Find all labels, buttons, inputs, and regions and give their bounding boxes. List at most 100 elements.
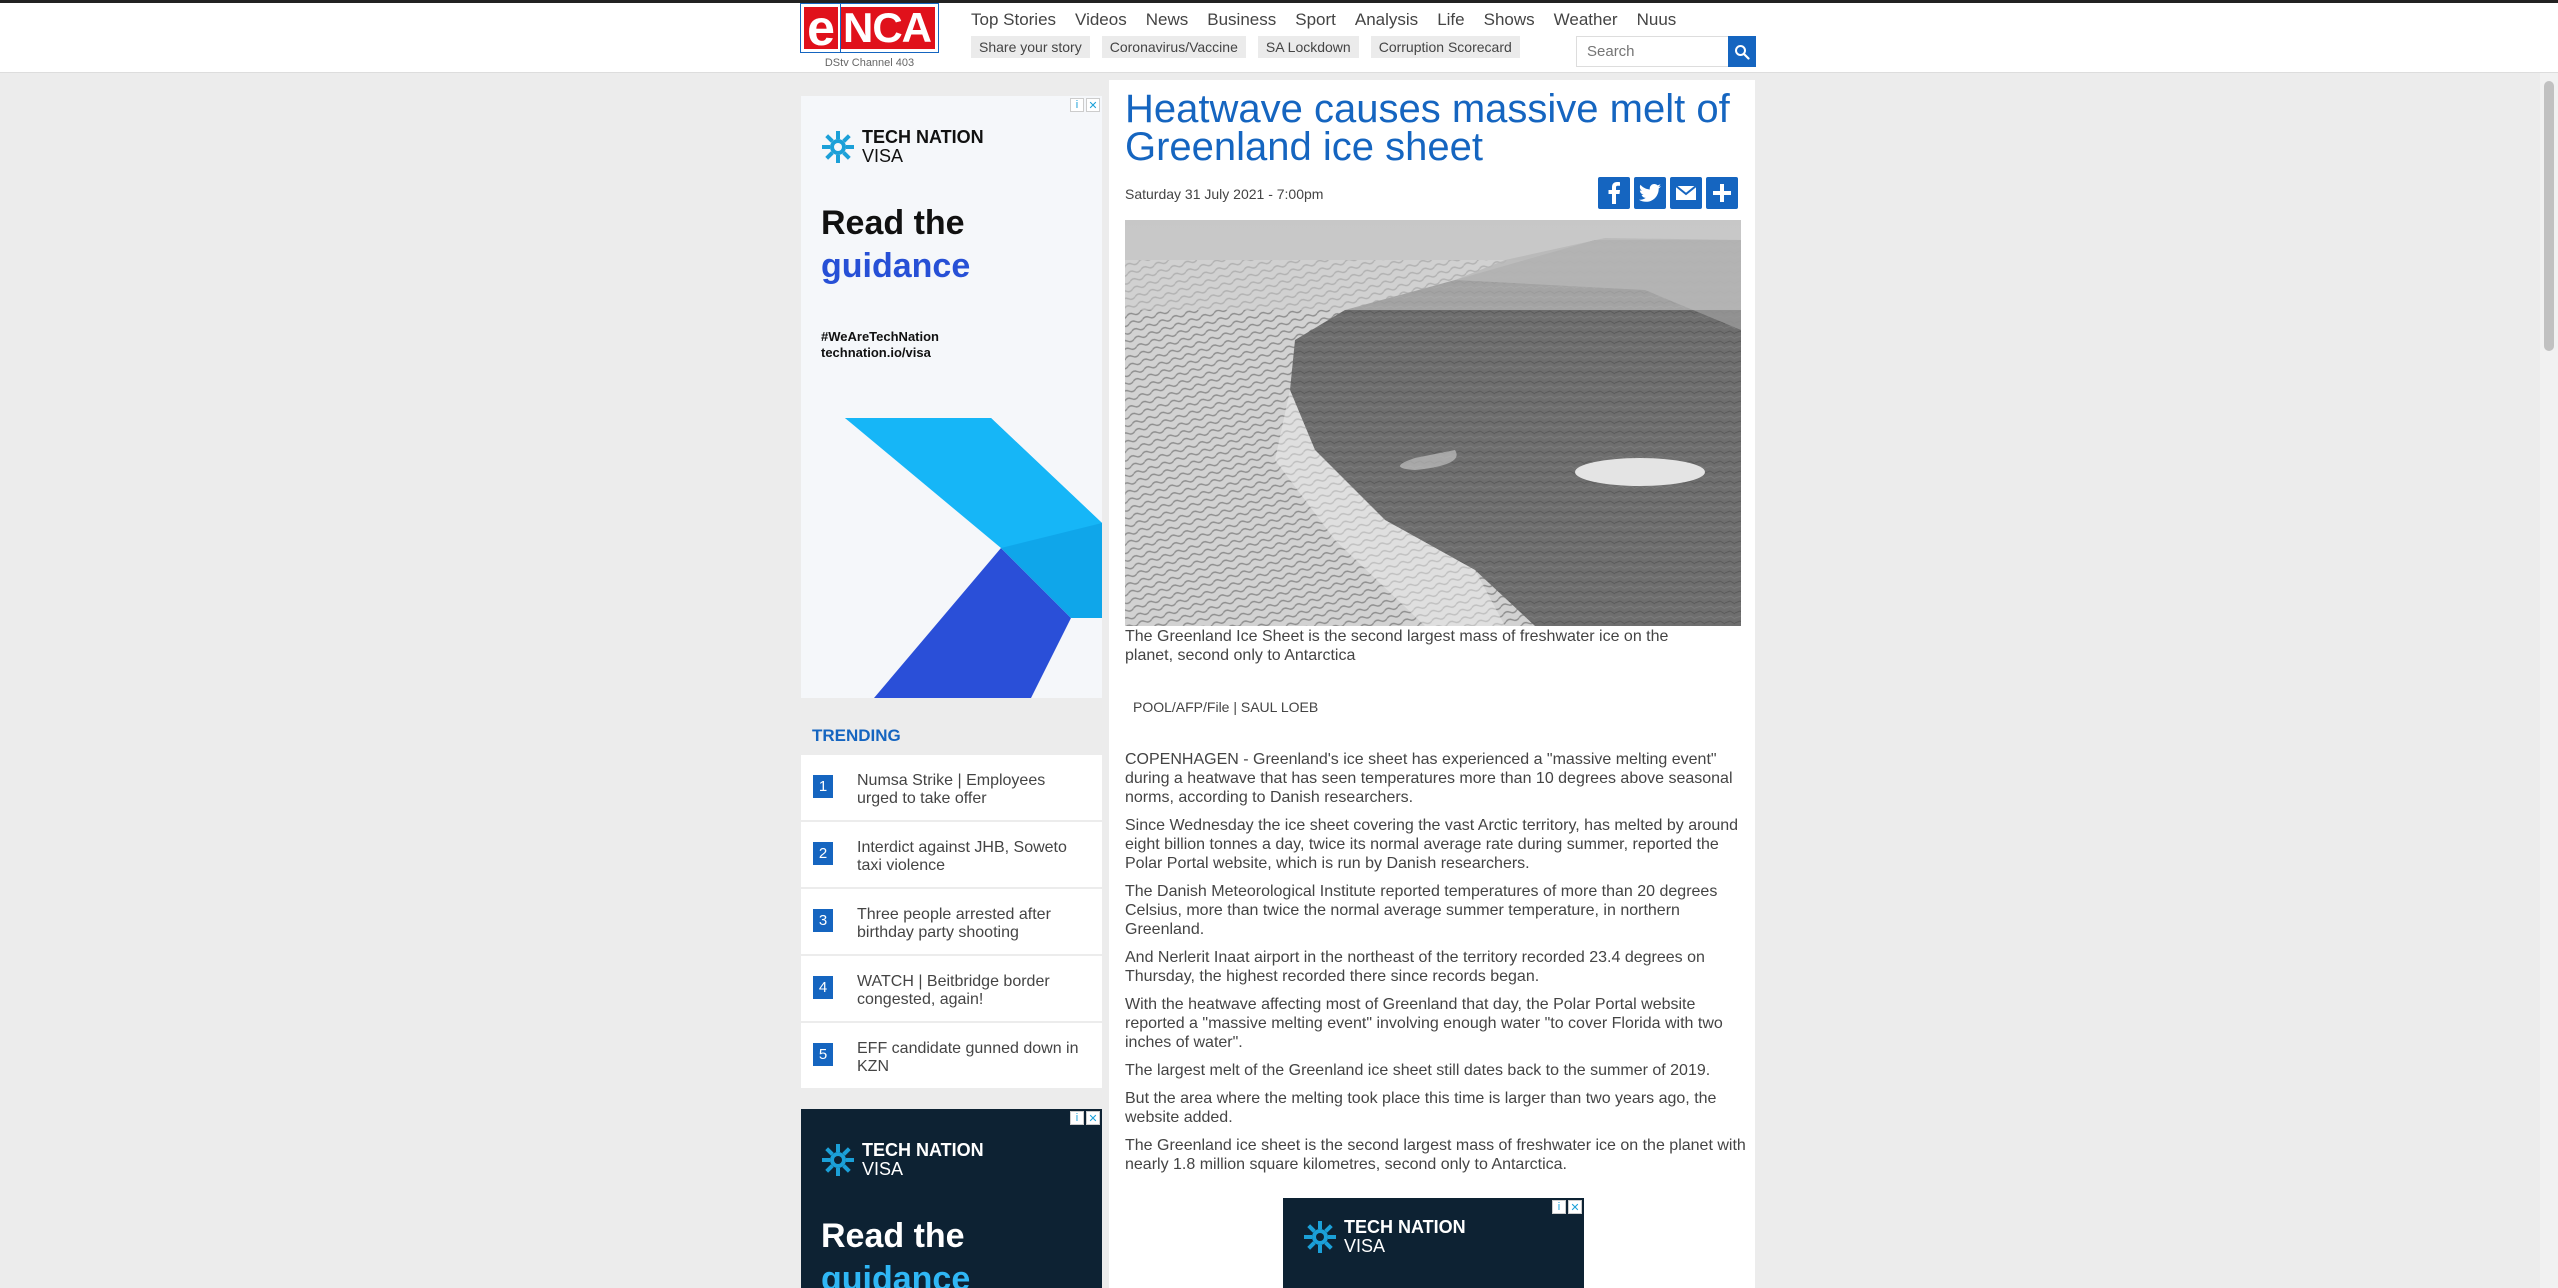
article-paragraph: The Greenland ice sheet is the second la… xyxy=(1125,1137,1746,1173)
nav-item-videos[interactable]: Videos xyxy=(1075,10,1127,30)
nav-item-analysis[interactable]: Analysis xyxy=(1355,10,1418,30)
close-icon[interactable]: ✕ xyxy=(1086,1111,1100,1125)
adchoices-icon[interactable]: i xyxy=(1070,1111,1084,1125)
article: Heatwave causes massive melt of Greenlan… xyxy=(1109,80,1755,1288)
article-paragraph: With the heatwave affecting most of Gree… xyxy=(1125,996,1723,1051)
article-body: COPENHAGEN - Greenland's ice sheet has e… xyxy=(1125,750,1747,1183)
ad-headline-line2: guidance xyxy=(821,1260,971,1288)
page-scrollbar[interactable] xyxy=(2540,73,2558,1288)
visa-text: VISA xyxy=(862,146,904,166)
ad-url: technation.io/visa xyxy=(821,345,931,360)
tech-nation-gear-icon xyxy=(822,1144,854,1176)
close-icon[interactable]: ✕ xyxy=(1568,1200,1582,1214)
ad-hashtag: #WeAreTechNation xyxy=(821,329,939,344)
ad-choices[interactable]: i ✕ xyxy=(1070,98,1100,112)
trending-item-title[interactable]: Numsa Strike | Employees urged to take o… xyxy=(857,772,1087,808)
article-headline: Heatwave causes massive melt of Greenlan… xyxy=(1125,87,1730,169)
article-date: Saturday 31 July 2021 - 7:00pm xyxy=(1125,186,1324,202)
twitter-share-button[interactable] xyxy=(1634,177,1666,209)
trending-rank: 1 xyxy=(813,775,833,798)
ad-headline-line2: guidance xyxy=(821,247,971,285)
tech-nation-logo: TECH NATION VISA xyxy=(820,1141,984,1179)
trending-list: 1 Numsa Strike | Employees urged to take… xyxy=(801,755,1102,1090)
email-share-button[interactable] xyxy=(1670,177,1702,209)
site-header: e NCA DStv Channel 403 Top Stories Video… xyxy=(0,3,2558,73)
logo-e: e xyxy=(800,3,842,53)
article-paragraph: The Danish Meteorological Institute repo… xyxy=(1125,883,1718,938)
trending-rank: 2 xyxy=(813,842,833,865)
sidebar-ad-bottom[interactable]: i ✕ TECH NATION VISA Read the guidance xyxy=(801,1109,1102,1288)
tech-nation-text: TECH NATION xyxy=(862,1140,984,1160)
nav-item-weather[interactable]: Weather xyxy=(1554,10,1618,30)
search-icon xyxy=(1735,44,1750,60)
subnav-sa-lockdown[interactable]: SA Lockdown xyxy=(1257,36,1359,58)
ad-choices[interactable]: i ✕ xyxy=(1552,1200,1582,1214)
trending-rank: 5 xyxy=(813,1043,833,1066)
ad-tagline: #WeAreTechNation technation.io/visa xyxy=(821,329,939,361)
ad-headline: Read the guidance xyxy=(821,202,970,288)
tech-nation-text: TECH NATION xyxy=(1344,1217,1466,1237)
email-icon xyxy=(1676,186,1696,200)
trending-item-title[interactable]: WATCH | Beitbridge border congested, aga… xyxy=(857,973,1087,1009)
trending-rank: 4 xyxy=(813,976,833,999)
ad-headline: Read the guidance xyxy=(821,1215,970,1288)
inline-article-ad[interactable]: i ✕ TECH NATION VISA xyxy=(1283,1198,1584,1288)
trending-item[interactable]: 5 EFF candidate gunned down in KZN xyxy=(801,1023,1102,1090)
article-photo xyxy=(1125,220,1741,626)
ad-headline-line1: Read the xyxy=(821,1217,965,1255)
nav-item-shows[interactable]: Shows xyxy=(1484,10,1535,30)
tech-nation-logo: TECH NATION VISA xyxy=(820,128,984,166)
tech-nation-gear-icon xyxy=(822,131,854,163)
visa-text: VISA xyxy=(1344,1236,1386,1256)
trending-title: TRENDING xyxy=(812,726,901,745)
facebook-share-button[interactable] xyxy=(1598,177,1630,209)
trending-item[interactable]: 1 Numsa Strike | Employees urged to take… xyxy=(801,755,1102,822)
facebook-icon xyxy=(1608,182,1620,204)
search-button[interactable] xyxy=(1728,36,1756,67)
trending-rank: 3 xyxy=(813,909,833,932)
logo-nca: NCA xyxy=(840,3,939,53)
enca-logo[interactable]: e NCA xyxy=(800,3,939,53)
trending-item[interactable]: 2 Interdict against JHB, Soweto taxi vio… xyxy=(801,822,1102,889)
main-nav: Top Stories Videos News Business Sport A… xyxy=(971,10,1695,30)
adchoices-icon[interactable]: i xyxy=(1552,1200,1566,1214)
search-box xyxy=(1576,36,1756,67)
ad-choices[interactable]: i ✕ xyxy=(1070,1111,1100,1125)
trending-item[interactable]: 4 WATCH | Beitbridge border congested, a… xyxy=(801,956,1102,1023)
channel-label: DStv Channel 403 xyxy=(824,57,915,69)
article-paragraph: But the area where the melting took plac… xyxy=(1125,1090,1717,1126)
nav-item-business[interactable]: Business xyxy=(1207,10,1276,30)
article-paragraph: The largest melt of the Greenland ice sh… xyxy=(1125,1062,1711,1079)
tech-nation-logo: TECH NATION VISA xyxy=(1302,1218,1466,1256)
scrollbar-thumb[interactable] xyxy=(2544,81,2554,351)
nav-item-top-stories[interactable]: Top Stories xyxy=(971,10,1056,30)
trending-item-title[interactable]: Three people arrested after birthday par… xyxy=(857,906,1087,942)
subnav-coronavirus[interactable]: Coronavirus/Vaccine xyxy=(1101,36,1246,58)
trending-item[interactable]: 3 Three people arrested after birthday p… xyxy=(801,889,1102,956)
adchoices-icon[interactable]: i xyxy=(1070,98,1084,112)
article-paragraph: And Nerlerit Inaat airport in the northe… xyxy=(1125,949,1705,985)
ad-headline-line1: Read the xyxy=(821,204,965,242)
plus-share-icon xyxy=(1713,184,1731,202)
trending-item-title[interactable]: EFF candidate gunned down in KZN xyxy=(857,1040,1087,1076)
share-buttons xyxy=(1598,177,1738,209)
visa-text: VISA xyxy=(862,1159,904,1179)
nav-item-sport[interactable]: Sport xyxy=(1295,10,1336,30)
nav-item-life[interactable]: Life xyxy=(1437,10,1464,30)
trending-item-title[interactable]: Interdict against JHB, Soweto taxi viole… xyxy=(857,839,1087,875)
subnav-share-your-story[interactable]: Share your story xyxy=(971,36,1090,58)
sidebar-ad-top[interactable]: i ✕ TECH NATION VISA Read the guidance #… xyxy=(801,96,1102,698)
more-share-button[interactable] xyxy=(1706,177,1738,209)
subnav-corruption-scorecard[interactable]: Corruption Scorecard xyxy=(1370,36,1520,58)
photo-caption: The Greenland Ice Sheet is the second la… xyxy=(1125,628,1669,664)
article-paragraph: COPENHAGEN - Greenland's ice sheet has e… xyxy=(1125,751,1733,806)
greenland-glacier-image xyxy=(1125,220,1741,626)
search-input[interactable] xyxy=(1576,36,1728,67)
ad-chevron-graphic xyxy=(845,418,1102,698)
article-paragraph: Since Wednesday the ice sheet covering t… xyxy=(1125,817,1739,872)
nav-item-news[interactable]: News xyxy=(1146,10,1189,30)
nav-item-nuus[interactable]: Nuus xyxy=(1637,10,1677,30)
tech-nation-text: TECH NATION xyxy=(862,127,984,147)
sub-nav: Share your story Coronavirus/Vaccine SA … xyxy=(971,36,1532,58)
close-icon[interactable]: ✕ xyxy=(1086,98,1100,112)
